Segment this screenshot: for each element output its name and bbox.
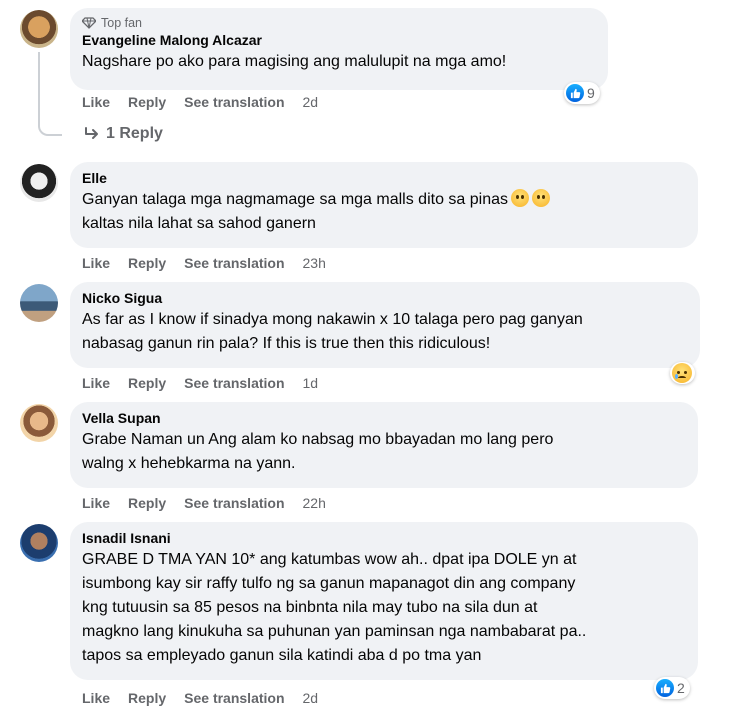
comment-text: Nagshare po ako para magising ang malulu… [82,53,507,70]
comment-text-line: kng tutuusin sa 85 pesos na binbnta nila… [82,599,538,616]
replies-count-label: 1 Reply [106,125,163,142]
avatar[interactable] [20,10,58,48]
like-button[interactable]: Like [82,690,110,706]
like-button[interactable]: Like [82,375,110,391]
reply-button[interactable]: Reply [128,495,166,511]
top-fan-badge: Top fan [82,16,596,30]
author-name[interactable]: Elle [82,170,686,186]
reaction-summary[interactable]: 2 [654,677,690,699]
comment-bubble: Elle Ganyan talaga mga nagmamage sa mga … [70,162,698,248]
worried-face-icon [532,189,551,207]
like-button[interactable]: Like [82,495,110,511]
comment-text-line: Grabe Naman un Ang alam ko nabsag mo bba… [82,431,554,448]
comment-actions: Like Reply See translation 2d [82,690,318,706]
comment-actions: Like Reply See translation 22h [82,495,326,511]
author-name[interactable]: Vella Supan [82,410,686,426]
avatar[interactable] [20,524,58,562]
comment-bubble: Vella Supan Grabe Naman un Ang alam ko n… [70,402,698,488]
thread-elbow [38,118,62,136]
view-replies-link[interactable]: 1 Reply [84,125,163,143]
comment-text-line: kaltas nila lahat sa sahod ganern [82,215,316,232]
comment-actions: Like Reply See translation 1d [82,375,318,391]
comment-text: Grabe Naman un Ang alam ko nabsag mo bba… [82,428,686,476]
reply-button[interactable]: Reply [128,255,166,271]
badge-label: Top fan [101,16,143,30]
comment-actions: Like Reply See translation 23h [82,255,326,271]
reply-arrow-icon [85,127,98,139]
worried-face-icon [511,189,530,207]
author-name[interactable]: Evangeline Malong Alcazar [82,32,596,48]
reaction-count: 9 [587,85,595,101]
like-button[interactable]: Like [82,94,110,110]
reply-button[interactable]: Reply [128,375,166,391]
timestamp[interactable]: 2d [303,690,319,706]
avatar[interactable] [20,164,58,202]
reaction-summary[interactable] [670,362,695,384]
comment-text: Ganyan talaga mga nagmamage sa mga malls… [82,188,686,236]
comment-bubble: Nicko Sigua As far as I know if sinadya … [70,282,700,368]
reply-button[interactable]: Reply [128,94,166,110]
like-icon [566,84,584,102]
see-translation-button[interactable]: See translation [184,255,284,271]
thread-line [38,52,40,124]
timestamp[interactable]: 22h [303,495,326,511]
see-translation-button[interactable]: See translation [184,375,284,391]
comment-text-line: walng x hehebkarma na yann. [82,455,296,472]
comment-text-line: GRABE D TMA YAN 10* ang katumbas wow ah.… [82,551,577,568]
comment-bubble: Top fan Evangeline Malong Alcazar Nagsha… [70,8,608,90]
author-name[interactable]: Isnadil Isnani [82,530,686,546]
see-translation-button[interactable]: See translation [184,94,284,110]
timestamp[interactable]: 1d [303,375,319,391]
sad-icon [672,363,692,383]
timestamp[interactable]: 2d [303,94,319,110]
comment-text: GRABE D TMA YAN 10* ang katumbas wow ah.… [82,548,686,668]
avatar[interactable] [20,284,58,322]
like-button[interactable]: Like [82,255,110,271]
reaction-count: 2 [677,680,685,696]
comment-text-line: tapos sa empleyado ganun sila katindi ab… [82,647,482,664]
comment-text-line: magkno lang kinukuha sa puhunan yan pami… [82,623,587,640]
comment-text-line: isumbong kay sir raffy tulfo ng sa ganun… [82,575,576,592]
comment-bubble: Isnadil Isnani GRABE D TMA YAN 10* ang k… [70,522,698,680]
comment-text-line: nabasag ganun rin pala? If this is true … [82,335,491,352]
reaction-summary[interactable]: 9 [564,82,600,104]
comment-text: As far as I know if sinadya mong nakawin… [82,308,688,356]
comment-actions: Like Reply See translation 2d [82,94,318,110]
see-translation-button[interactable]: See translation [184,495,284,511]
comment-text-line: Ganyan talaga mga nagmamage sa mga malls… [82,191,509,208]
reply-button[interactable]: Reply [128,690,166,706]
timestamp[interactable]: 23h [303,255,326,271]
avatar[interactable] [20,404,58,442]
like-icon [656,679,674,697]
comment-text-line: As far as I know if sinadya mong nakawin… [82,311,583,328]
author-name[interactable]: Nicko Sigua [82,290,688,306]
see-translation-button[interactable]: See translation [184,690,284,706]
diamond-icon [82,17,96,29]
